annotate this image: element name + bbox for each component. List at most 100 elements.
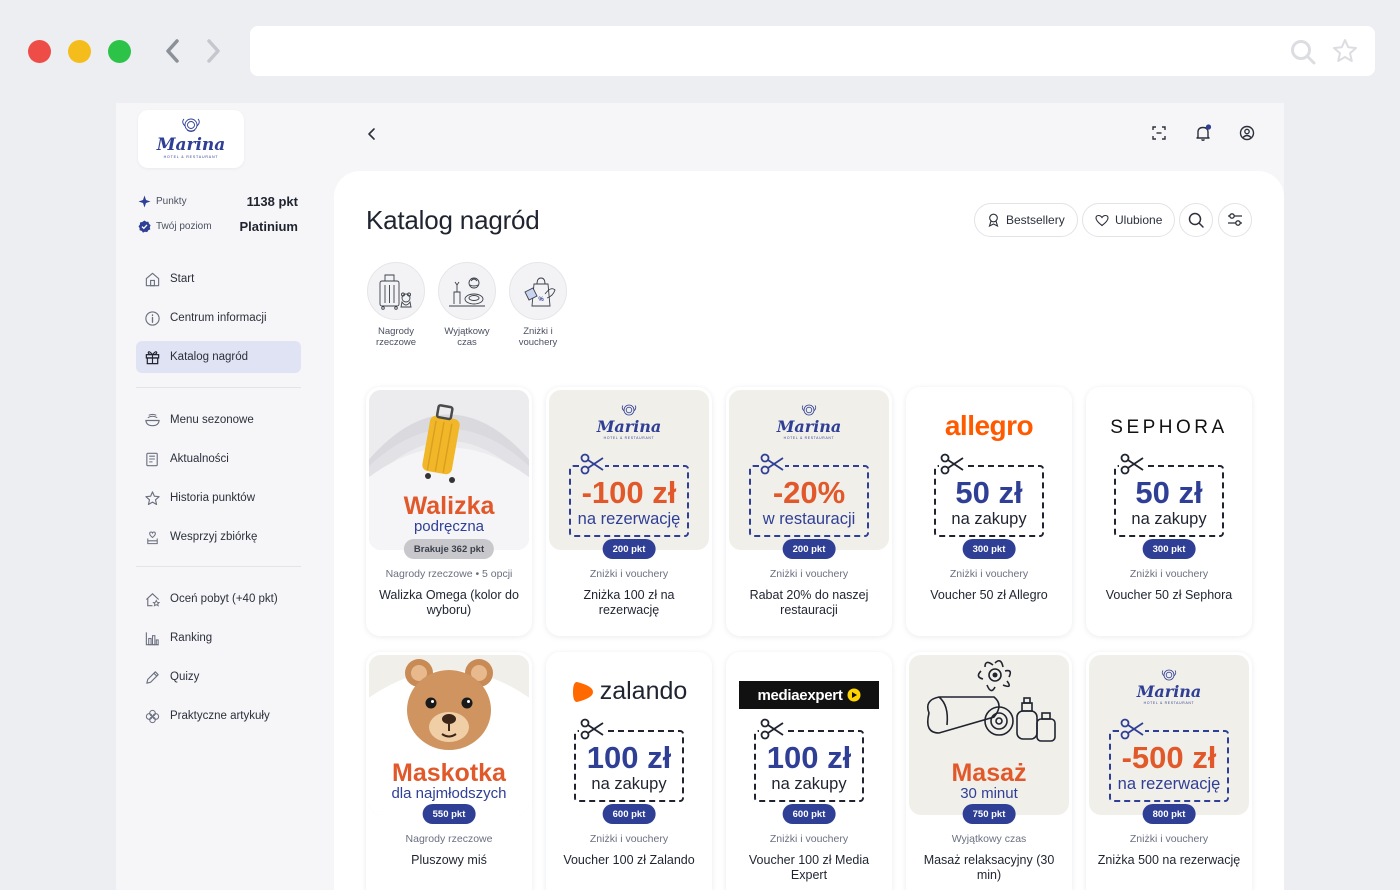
app-window: Marina HOTEL & RESTAURANT Punkty 1138 pk…: [116, 103, 1284, 890]
product-image: allegro 50 zł na zakupy: [909, 390, 1069, 550]
product-card[interactable]: mediaexpert 100 zł na zakupy 600 pkt Zni…: [726, 652, 892, 890]
points-badge: 300 pkt: [962, 539, 1016, 559]
coupon-subtitle: na zakupy: [1131, 510, 1207, 528]
filters-button[interactable]: [1218, 203, 1252, 237]
product-image: mediaexpert 100 zł na zakupy: [729, 655, 889, 815]
sidebar-item-rate-stay[interactable]: Oceń pobyt (+40 pkt): [136, 583, 301, 615]
pencil-icon: [146, 670, 159, 684]
marina-brand-logo: Marina HOTEL & RESTAURANT: [729, 402, 889, 449]
product-hero-title: Maskotka: [392, 759, 506, 787]
notifications-button[interactable]: [1192, 122, 1214, 144]
product-name: Zniżka 100 zł na rezerwację: [583, 588, 675, 617]
product-card[interactable]: SEPHORA 50 zł na zakupy 300 pkt Zniżki i…: [1086, 387, 1252, 636]
sidebar-item-label: Aktualności: [170, 453, 229, 465]
scissors-icon: [759, 453, 785, 475]
product-card[interactable]: Marina HOTEL & RESTAURANT -500 zł na reze…: [1086, 652, 1252, 890]
svg-text:HOTEL & RESTAURANT: HOTEL & RESTAURANT: [1144, 701, 1195, 705]
product-image: Masaż 30 minut: [909, 655, 1069, 815]
coupon-value: 50 zł: [1135, 475, 1203, 510]
product-category: Zniżki i vouchery: [1129, 833, 1209, 845]
flower-icon: [145, 709, 160, 723]
sidebar-item-rewards-catalog[interactable]: Katalog nagród: [136, 341, 301, 373]
sidebar-item-seasonal-menu[interactable]: Menu sezonowe: [136, 404, 301, 436]
award-icon: [988, 213, 999, 227]
home-icon: [145, 272, 160, 286]
rate-icon: [145, 592, 161, 607]
sidebar-item-label: Katalog nagród: [170, 351, 249, 363]
sidebar-item-label: Historia punktów: [170, 492, 256, 504]
marina-brand-logo: Marina HOTEL & RESTAURANT: [549, 402, 709, 449]
address-bar[interactable]: [250, 26, 1375, 76]
news-icon: [146, 452, 158, 466]
user-circle-icon: [1239, 125, 1255, 141]
product-card[interactable]: Walizka podręczna Brakuje 362 pkt Nagrod…: [366, 387, 532, 636]
svg-text:HOTEL & RESTAURANT: HOTEL & RESTAURANT: [784, 436, 835, 440]
product-image: SEPHORA 50 zł na zakupy: [1089, 390, 1249, 550]
sephora-logo: SEPHORA: [1110, 417, 1228, 438]
product-card[interactable]: Marina HOTEL & RESTAURANT -100 zł na reze…: [546, 387, 712, 636]
product-image: Marina HOTEL & RESTAURANT -500 zł na reze…: [1089, 655, 1249, 815]
category-physical-rewards[interactable]: Nagrody rzeczowe: [364, 262, 428, 348]
sidebar-item-support-fundraiser[interactable]: Wesprzyj zbiórkę: [136, 521, 301, 553]
product-card[interactable]: Maskotka dla najmłodszych 550 pkt Nagrod…: [366, 652, 532, 890]
browser-chrome: [0, 0, 1400, 103]
search-button[interactable]: [1179, 203, 1213, 237]
sidebar-item-quizzes[interactable]: Quizy: [136, 661, 301, 693]
product-card[interactable]: zalando 100 zł na zakupy 600 pkt Zniżki …: [546, 652, 712, 890]
minimize-window-button[interactable]: [68, 40, 91, 63]
sidebar-item-points-history[interactable]: Historia punktów: [136, 482, 301, 514]
points-row: Punkty 1138 pkt: [138, 194, 298, 209]
points-badge: 550 pkt: [422, 804, 476, 824]
sidebar-divider: [136, 387, 301, 388]
sidebar-item-info-center[interactable]: Centrum informacji: [136, 302, 301, 334]
product-image: Maskotka dla najmłodszych: [369, 655, 529, 815]
bookmark-star-icon[interactable]: [1331, 37, 1359, 65]
coupon-subtitle: na zakupy: [771, 775, 847, 793]
svg-text:HOTEL & RESTAURANT: HOTEL & RESTAURANT: [604, 436, 655, 440]
favorites-button[interactable]: Ulubione: [1082, 203, 1176, 237]
profile-button[interactable]: [1236, 122, 1258, 144]
product-card[interactable]: Masaż 30 minut 750 pkt Wyjątkowy czas Ma…: [906, 652, 1072, 890]
marina-logo-icon: Marina HOTEL & RESTAURANT: [156, 118, 226, 159]
play-circle-icon: [847, 688, 861, 702]
product-name: Walizka Omega (kolor do wyboru): [379, 588, 519, 617]
sidebar-item-label: Praktyczne artykuły: [170, 710, 270, 722]
sidebar-item-practical-articles[interactable]: Praktyczne artykuły: [136, 700, 301, 732]
product-category: Wyjątkowy czas: [951, 833, 1027, 845]
scan-button[interactable]: [1148, 122, 1170, 144]
svg-text:%: %: [538, 297, 544, 303]
browser-back-icon[interactable]: [162, 36, 184, 66]
sidebar-item-label: Ranking: [170, 632, 213, 644]
coupon-value: -100 zł: [581, 475, 677, 510]
search-icon[interactable]: [1289, 38, 1317, 66]
browser-forward-icon[interactable]: [202, 36, 224, 66]
category-special-time[interactable]: Wyjątkowy czas: [435, 262, 499, 348]
scissors-icon: [579, 453, 605, 475]
points-badge: Brakuje 362 pkt: [403, 539, 495, 559]
sidebar-divider: [136, 566, 301, 567]
product-card[interactable]: Marina HOTEL & RESTAURANT -20% w restaura…: [726, 387, 892, 636]
scissors-icon: [1119, 453, 1145, 475]
sidebar-item-ranking[interactable]: Ranking: [136, 622, 301, 654]
category-label: Nagrody rzeczowe: [375, 326, 417, 348]
sidebar-item-start[interactable]: Start: [136, 263, 301, 295]
maximize-window-button[interactable]: [108, 40, 131, 63]
close-window-button[interactable]: [28, 40, 51, 63]
category-discounts-vouchers[interactable]: % Zniżki i vouchery: [506, 262, 570, 348]
sidebar-item-news[interactable]: Aktualności: [136, 443, 301, 475]
product-name: Pluszowy miś: [411, 853, 487, 867]
bestsellers-button[interactable]: Bestsellery: [974, 203, 1078, 237]
voucher-icon: %: [524, 277, 556, 307]
coupon-value: 100 zł: [766, 740, 852, 775]
level-row: Twój poziom Platinium: [138, 219, 298, 234]
logo-text: Marina: [156, 135, 226, 155]
points-badge: 200 pkt: [602, 539, 656, 559]
coupon-subtitle: na zakupy: [591, 775, 667, 793]
level-label: Twój poziom: [156, 221, 212, 232]
back-button[interactable]: [359, 121, 385, 147]
sparkle-icon: [138, 195, 151, 208]
product-card[interactable]: allegro 50 zł na zakupy 300 pkt Zniżki i…: [906, 387, 1072, 636]
spa-icon: [449, 277, 485, 307]
product-name: Zniżka 500 na rezerwację: [1097, 853, 1241, 867]
logo[interactable]: Marina HOTEL & RESTAURANT: [138, 110, 244, 168]
